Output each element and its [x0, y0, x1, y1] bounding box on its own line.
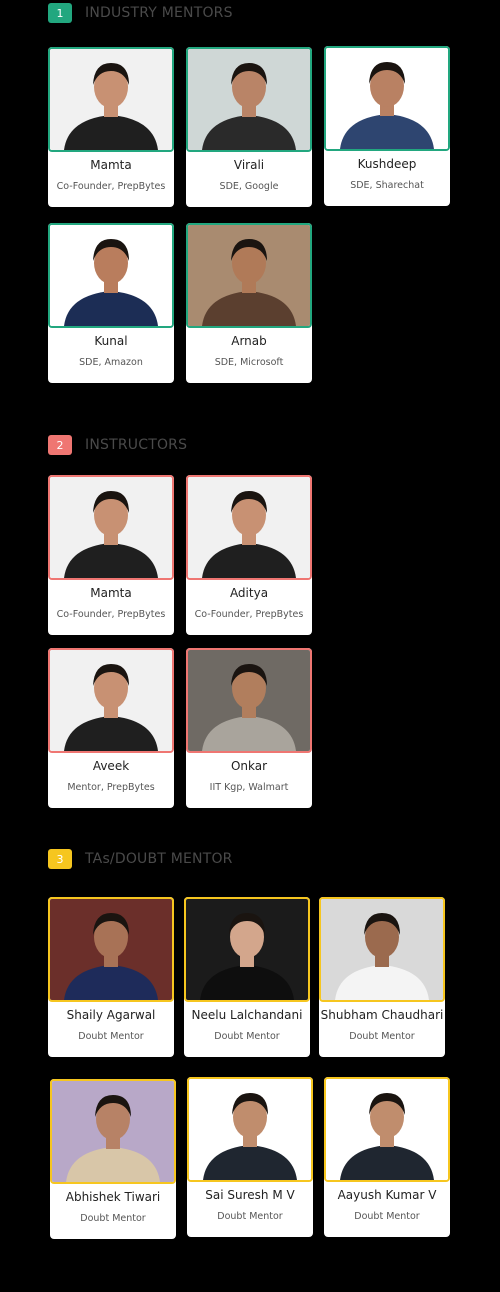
- person-photo: [50, 225, 172, 326]
- person-photo: [188, 225, 310, 326]
- section-header-tas: 3 TAs/DOUBT MENTOR: [48, 849, 233, 869]
- person-card: Onkar IIT Kgp, Walmart: [186, 648, 312, 808]
- person-role: Doubt Mentor: [214, 1031, 280, 1042]
- person-role: Doubt Mentor: [217, 1211, 283, 1222]
- person-name: Shaily Agarwal: [66, 1008, 156, 1022]
- person-card: Arnab SDE, Microsoft: [186, 223, 312, 383]
- section-title: TAs/DOUBT MENTOR: [85, 851, 233, 867]
- person-name: Neelu Lalchandani: [191, 1008, 303, 1022]
- person-photo: [50, 650, 172, 751]
- person-role: Doubt Mentor: [78, 1031, 144, 1042]
- person-photo: [326, 1079, 448, 1180]
- person-name: Virali: [233, 158, 265, 172]
- person-role: SDE, Google: [219, 181, 279, 192]
- section-number-badge: 1: [48, 3, 72, 23]
- section-number-badge: 2: [48, 435, 72, 455]
- person-photo-frame: [324, 1077, 450, 1182]
- person-photo: [188, 477, 310, 578]
- person-card: Virali SDE, Google: [186, 47, 312, 207]
- section-header-mentors: 1 INDUSTRY MENTORS: [48, 3, 233, 23]
- person-photo-frame: [48, 47, 174, 152]
- person-photo-frame: [48, 648, 174, 753]
- person-role: Doubt Mentor: [354, 1211, 420, 1222]
- person-photo-frame: [48, 475, 174, 580]
- person-role: SDE, Amazon: [79, 357, 143, 368]
- section-number-badge: 3: [48, 849, 72, 869]
- section-title: INDUSTRY MENTORS: [85, 5, 233, 21]
- person-photo-frame: [50, 1079, 176, 1184]
- person-photo-frame: [319, 897, 445, 1002]
- section-title: INSTRUCTORS: [85, 437, 188, 453]
- person-role: Doubt Mentor: [80, 1213, 146, 1224]
- person-name: Abhishek Tiwari: [65, 1190, 161, 1204]
- person-name: Aditya: [229, 586, 269, 600]
- person-card: Aditya Co-Founder, PrepBytes: [186, 475, 312, 635]
- person-name: Sai Suresh M V: [205, 1188, 295, 1202]
- person-photo: [50, 477, 172, 578]
- person-photo: [52, 1081, 174, 1182]
- person-name: Mamta: [90, 158, 132, 172]
- person-photo: [326, 48, 448, 149]
- person-card: Aveek Mentor, PrepBytes: [48, 648, 174, 808]
- person-photo-frame: [187, 1077, 313, 1182]
- person-photo: [188, 49, 310, 150]
- person-photo-frame: [184, 897, 310, 1002]
- person-name: Mamta: [90, 586, 132, 600]
- person-card: Neelu Lalchandani Doubt Mentor: [184, 897, 310, 1057]
- person-card: Kunal SDE, Amazon: [48, 223, 174, 383]
- person-photo-frame: [186, 47, 312, 152]
- person-photo-frame: [186, 223, 312, 328]
- person-photo: [188, 650, 310, 751]
- person-card: Mamta Co-Founder, PrepBytes: [48, 475, 174, 635]
- person-role: Co-Founder, PrepBytes: [56, 609, 166, 620]
- person-role: IIT Kgp, Walmart: [209, 782, 289, 793]
- person-role: Co-Founder, PrepBytes: [194, 609, 304, 620]
- person-name: Aveek: [92, 759, 130, 773]
- person-photo: [321, 899, 443, 1000]
- person-photo-frame: [324, 46, 450, 151]
- person-card: Aayush Kumar V Doubt Mentor: [324, 1077, 450, 1237]
- person-name: Shubham Chaudhari: [320, 1008, 444, 1022]
- person-name: Onkar: [230, 759, 268, 773]
- person-role: SDE, Microsoft: [214, 357, 284, 368]
- person-role: Mentor, PrepBytes: [67, 782, 155, 793]
- person-card: Sai Suresh M V Doubt Mentor: [187, 1077, 313, 1237]
- person-photo: [50, 49, 172, 150]
- person-photo: [50, 899, 172, 1000]
- person-role: Doubt Mentor: [349, 1031, 415, 1042]
- person-card: Shubham Chaudhari Doubt Mentor: [319, 897, 445, 1057]
- person-name: Kunal: [94, 334, 128, 348]
- person-card: Abhishek Tiwari Doubt Mentor: [50, 1079, 176, 1239]
- person-role: SDE, Sharechat: [350, 180, 424, 191]
- person-card: Kushdeep SDE, Sharechat: [324, 46, 450, 206]
- person-photo: [189, 1079, 311, 1180]
- person-photo-frame: [186, 475, 312, 580]
- person-role: Co-Founder, PrepBytes: [56, 181, 166, 192]
- person-name: Kushdeep: [357, 157, 417, 171]
- section-header-instructors: 2 INSTRUCTORS: [48, 435, 187, 455]
- person-card: Shaily Agarwal Doubt Mentor: [48, 897, 174, 1057]
- person-photo: [186, 899, 308, 1000]
- person-photo-frame: [48, 223, 174, 328]
- person-name: Aayush Kumar V: [337, 1188, 437, 1202]
- person-photo-frame: [48, 897, 174, 1002]
- person-card: Mamta Co-Founder, PrepBytes: [48, 47, 174, 207]
- person-photo-frame: [186, 648, 312, 753]
- person-name: Arnab: [231, 334, 267, 348]
